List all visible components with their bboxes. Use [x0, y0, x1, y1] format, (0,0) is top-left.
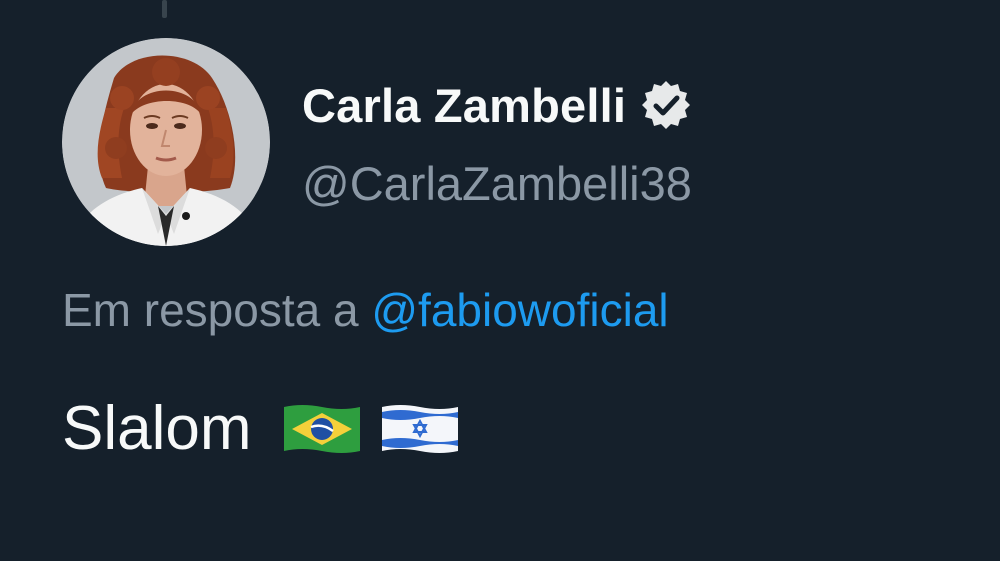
- tweet-card[interactable]: Carla Zambelli @CarlaZambelli38 Em respo…: [0, 0, 1000, 561]
- brazil-flag-icon: [283, 404, 360, 453]
- israel-flag-icon: [381, 404, 458, 453]
- author-block: Carla Zambelli @CarlaZambelli38: [302, 76, 692, 211]
- reply-prefix: Em resposta a: [62, 284, 359, 336]
- tweet-text: Slalom: [62, 394, 252, 463]
- name-row: Carla Zambelli: [302, 76, 692, 134]
- display-name[interactable]: Carla Zambelli: [302, 78, 626, 133]
- reply-mention-link[interactable]: @fabiowoficial: [371, 284, 668, 336]
- reply-context: Em resposta a @fabiowoficial: [62, 283, 669, 337]
- tweet-body: Slalom: [62, 393, 460, 464]
- thread-connector-line: [162, 0, 167, 18]
- avatar[interactable]: [62, 38, 270, 246]
- user-handle[interactable]: @CarlaZambelli38: [302, 156, 692, 211]
- verified-badge-icon[interactable]: [640, 79, 692, 131]
